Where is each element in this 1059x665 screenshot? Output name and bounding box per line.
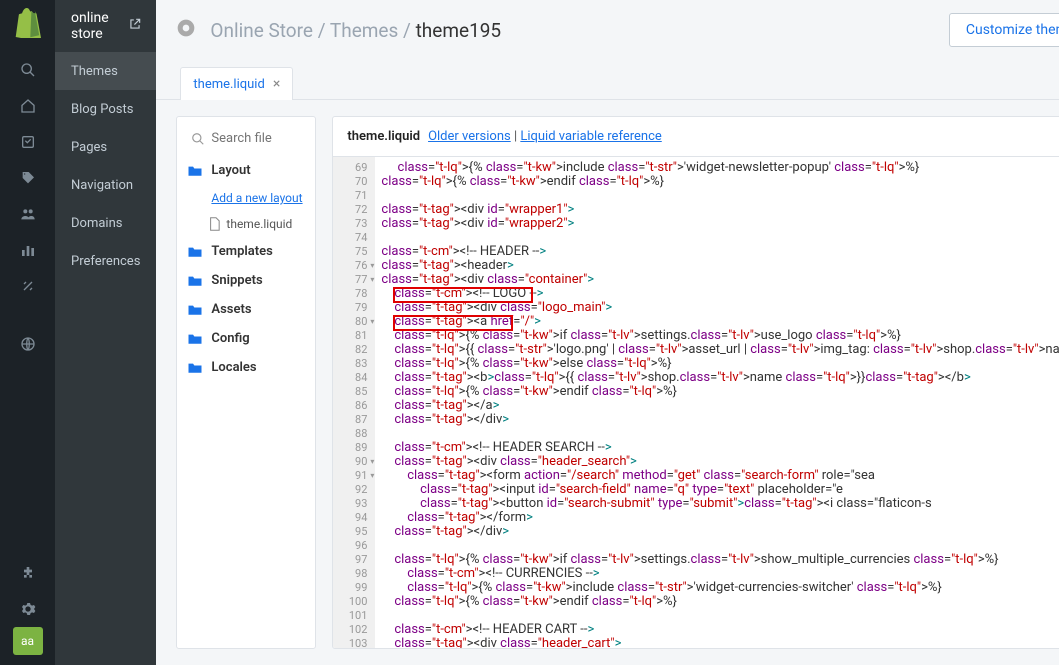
discounts-icon[interactable] <box>0 268 55 304</box>
line-gutter: 69 70 71 72 73 74 75 76 77 78 79 80 81 8… <box>333 157 375 648</box>
editor-header: theme.liquid Older versions | Liquid var… <box>333 117 1059 157</box>
iconbar: aa <box>0 0 55 665</box>
folder-snippets[interactable]: Snippets <box>187 266 305 295</box>
close-icon[interactable]: × <box>273 76 280 92</box>
folder-icon <box>187 245 203 258</box>
breadcrumb: Online Store / Themes / theme195 <box>210 19 501 42</box>
sidebar-item-pages[interactable]: Pages <box>55 128 156 166</box>
folder-templates[interactable]: Templates <box>187 237 305 266</box>
popout-icon[interactable] <box>128 17 142 35</box>
sidebar-item-blog-posts[interactable]: Blog Posts <box>55 90 156 128</box>
main: Online Store / Themes / theme195 Customi… <box>156 0 1059 665</box>
highlight-box <box>393 315 513 331</box>
breadcrumb-current: theme195 <box>416 19 502 42</box>
folder-layout[interactable]: Layout <box>187 156 305 185</box>
file-icon <box>209 217 220 231</box>
folder-locales[interactable]: Locales <box>187 353 305 382</box>
folder-icon <box>187 274 203 287</box>
sidebar-item-themes[interactable]: Themes <box>55 52 156 90</box>
older-versions-link[interactable]: Older versions <box>428 129 511 144</box>
search-icon <box>191 132 205 146</box>
folder-icon <box>187 332 203 345</box>
customize-theme-button[interactable]: Customize theme <box>949 13 1059 47</box>
folder-icon <box>187 303 203 316</box>
code-editor: theme.liquid Older versions | Liquid var… <box>332 116 1059 649</box>
topbar: Online Store / Themes / theme195 Customi… <box>156 0 1059 60</box>
eye-icon[interactable] <box>176 18 196 42</box>
search-icon[interactable] <box>0 52 55 88</box>
code-area[interactable]: class="t-lq">{% class="t-kw">include cla… <box>375 157 1059 648</box>
tab-theme-liquid[interactable]: theme.liquid × <box>180 67 293 100</box>
folder-config[interactable]: Config <box>187 324 305 353</box>
search-input-wrap[interactable] <box>187 127 305 156</box>
apps-icon[interactable] <box>0 555 55 591</box>
breadcrumb-part[interactable]: Online Store <box>210 19 313 42</box>
editor-filename: theme.liquid <box>347 129 420 144</box>
avatar[interactable]: aa <box>13 627 43 655</box>
products-icon[interactable] <box>0 160 55 196</box>
add-new-layout-link[interactable]: Add a new layout <box>187 185 305 211</box>
sidebar-item-preferences[interactable]: Preferences <box>55 242 156 280</box>
sidebar-item-navigation[interactable]: Navigation <box>55 166 156 204</box>
settings-icon[interactable] <box>0 591 55 627</box>
sidebar-item-domains[interactable]: Domains <box>55 204 156 242</box>
customers-icon[interactable] <box>0 196 55 232</box>
sidebar-title: online store <box>55 0 156 52</box>
tab-row: theme.liquid × <box>156 60 1059 100</box>
reports-icon[interactable] <box>0 232 55 268</box>
tab-label: theme.liquid <box>193 77 264 92</box>
online-store-icon[interactable] <box>0 326 55 362</box>
breadcrumb-part[interactable]: Themes <box>330 19 398 42</box>
folder-assets[interactable]: Assets <box>187 295 305 324</box>
sidebar: online store Themes Blog Posts Pages Nav… <box>55 0 156 665</box>
shopify-logo <box>15 8 41 38</box>
search-input[interactable] <box>211 131 301 146</box>
folder-icon <box>187 361 203 374</box>
folder-icon <box>187 164 203 177</box>
liquid-reference-link[interactable]: Liquid variable reference <box>520 129 661 144</box>
highlight-box <box>393 287 533 303</box>
home-icon[interactable] <box>0 88 55 124</box>
orders-icon[interactable] <box>0 124 55 160</box>
file-theme-liquid[interactable]: theme.liquid <box>187 211 305 237</box>
file-panel: Layout Add a new layout theme.liquid Tem… <box>176 116 316 649</box>
